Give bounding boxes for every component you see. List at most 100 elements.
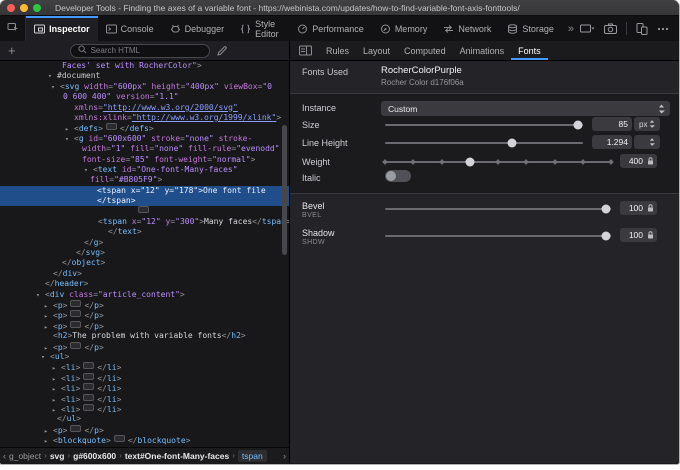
markup-line[interactable]: </text> [0, 227, 289, 237]
markup-line[interactable]: xmlns="http://www.w3.org/2000/svg" [0, 103, 289, 113]
close-button[interactable] [7, 4, 15, 12]
zoom-button[interactable] [33, 4, 41, 12]
markup-line[interactable]: ▸<p></p> [0, 321, 289, 331]
markup-line[interactable]: width="1" fill="none" fill-rule="evenodd… [0, 144, 289, 154]
screenshot-icon[interactable] [604, 23, 617, 34]
tab-inspector[interactable]: Inspector [26, 16, 98, 41]
markup-line[interactable]: ▸<p></p> [0, 300, 289, 310]
element-picker-button[interactable] [0, 16, 26, 41]
line-height-unit-select[interactable] [634, 135, 660, 149]
line-height-value-input[interactable]: 1.294 [592, 135, 632, 149]
markup-line[interactable]: ▸<li></li> [0, 404, 289, 414]
markup-line[interactable]: ▾<svg width="600px" height="400px" viewB… [0, 82, 289, 92]
markup-line[interactable]: <h2>The problem with variable fonts</h2> [0, 331, 289, 341]
markup-line[interactable]: <tspan x="12" y="300">Many faces</tspan> [0, 217, 289, 227]
markup-line[interactable]: </tspan> [0, 196, 289, 206]
inline-expander[interactable] [70, 342, 81, 349]
tab-memory[interactable]: Memory [372, 16, 436, 41]
tab-style-editor[interactable]: Style Editor [232, 16, 289, 41]
markup-line[interactable]: font-size="85" font-weight="normal"> [0, 155, 289, 165]
menu-dots-icon[interactable] [657, 27, 669, 31]
markup-line[interactable]: ▸<li></li> [0, 373, 289, 383]
markup-line[interactable]: ▾#document [0, 71, 289, 81]
markup-line[interactable]: ▸<blockquote></blockquote> [0, 435, 289, 445]
sidebar-tab-animations[interactable]: Animations [453, 41, 512, 60]
markup-line[interactable]: </object> [0, 258, 289, 268]
inline-expander[interactable] [70, 300, 81, 307]
markup-line[interactable]: ▸<p></p> [0, 342, 289, 352]
twisty-icon[interactable]: ▸ [44, 322, 53, 332]
tab-storage[interactable]: Storage [499, 16, 562, 41]
breadcrumb-item[interactable]: g#600x600 [73, 451, 116, 461]
size-value-input[interactable]: 85 [592, 117, 632, 131]
add-node-button[interactable]: + [8, 46, 16, 56]
markup-line[interactable]: fill="#B805F9"> [0, 175, 289, 185]
size-slider[interactable] [385, 124, 583, 126]
twisty-icon[interactable]: ▸ [44, 436, 53, 446]
breadcrumb-item[interactable]: text#One-font-Many-faces [125, 451, 229, 461]
twisty-icon[interactable]: ▾ [36, 290, 45, 300]
markup-line[interactable]: ▾<ul> [0, 352, 289, 362]
weight-slider-thumb[interactable] [465, 158, 474, 167]
twisty-icon[interactable]: ▾ [84, 165, 93, 175]
markup-line[interactable] [0, 206, 289, 216]
markup-line[interactable]: xmlns:xlink="http://www.w3.org/1999/xlin… [0, 113, 289, 123]
markup-line[interactable]: 0 600 400" version="1.1" [0, 92, 289, 102]
breadcrumb-scroll-right[interactable]: › [283, 451, 286, 461]
inline-expander[interactable] [70, 310, 81, 317]
breadcrumb-scroll-left[interactable]: ‹ [3, 451, 6, 461]
shadow-slider[interactable] [385, 235, 611, 237]
inline-expander[interactable] [138, 206, 149, 213]
weight-value-input[interactable]: 400 [620, 154, 657, 168]
markup-view[interactable]: Faces' set with RocherColor">▾#document▾… [0, 61, 289, 447]
bevel-slider[interactable] [385, 208, 611, 210]
markup-line[interactable]: <tspan x="12" y="178">One font file [0, 186, 289, 196]
markup-line[interactable]: </g> [0, 238, 289, 248]
eyedropper-icon[interactable] [217, 46, 227, 56]
line-height-slider[interactable] [385, 142, 583, 144]
markup-line[interactable]: ▾<g id="600x600" stroke="none" stroke- [0, 134, 289, 144]
shadow-value-input[interactable]: 100 [620, 228, 657, 242]
weight-slider[interactable] [385, 161, 611, 163]
inline-expander[interactable] [83, 362, 94, 369]
twisty-icon[interactable]: ▸ [52, 384, 61, 394]
inline-expander[interactable] [83, 373, 94, 380]
tab-console[interactable]: Console [98, 16, 162, 41]
minimize-button[interactable] [20, 4, 28, 12]
breadcrumb-item[interactable]: g_object [9, 451, 41, 461]
twisty-icon[interactable]: ▾ [48, 71, 57, 81]
markup-line[interactable]: ▾<text id="One-font-Many-faces" [0, 165, 289, 175]
instance-select[interactable]: Custom [381, 101, 670, 116]
markup-line[interactable]: ▸<li></li> [0, 362, 289, 372]
sidebar-tab-computed[interactable]: Computed [397, 41, 453, 60]
sidebar-tab-fonts[interactable]: Fonts [511, 41, 548, 60]
tab-performance[interactable]: Performance [289, 16, 372, 41]
markup-line[interactable]: ▾<div class="article_content"> [0, 290, 289, 300]
inline-expander[interactable] [83, 383, 94, 390]
twisty-icon[interactable]: ▾ [51, 82, 60, 92]
inline-expander[interactable] [70, 425, 81, 432]
markup-scrollbar[interactable] [282, 125, 287, 255]
twisty-icon[interactable]: ▾ [41, 352, 50, 362]
markup-line[interactable]: ▸<li></li> [0, 383, 289, 393]
three-pane-toggle-icon[interactable] [299, 41, 312, 60]
italic-toggle[interactable] [385, 170, 411, 182]
breadcrumb-item[interactable]: svg [50, 451, 65, 461]
tab-debugger[interactable]: Debugger [162, 16, 233, 41]
markup-line[interactable]: Faces' set with RocherColor"> [0, 61, 289, 71]
markup-line[interactable]: </div> [0, 269, 289, 279]
inline-expander[interactable] [83, 394, 94, 401]
shadow-slider-thumb[interactable] [602, 232, 611, 241]
line-height-slider-thumb[interactable] [507, 139, 516, 148]
size-unit-select[interactable]: px [634, 117, 660, 131]
size-slider-thumb[interactable] [574, 121, 583, 130]
markup-line[interactable]: ▸<p></p> [0, 425, 289, 435]
markup-line[interactable]: </svg> [0, 248, 289, 258]
inline-expander[interactable] [83, 404, 94, 411]
bevel-slider-thumb[interactable] [602, 205, 611, 214]
markup-line[interactable]: ▸<li></li> [0, 394, 289, 404]
search-input[interactable]: Search HTML [70, 44, 210, 58]
inline-expander[interactable] [70, 321, 81, 328]
markup-line[interactable]: ▸<defs></defs> [0, 123, 289, 133]
sidebar-tab-rules[interactable]: Rules [319, 41, 356, 60]
